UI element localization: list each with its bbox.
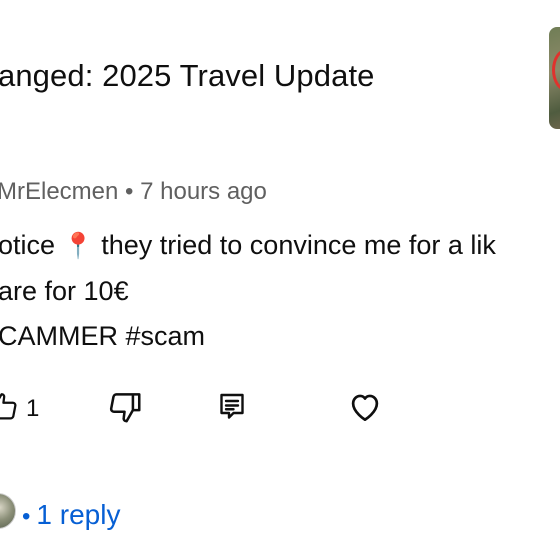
reply-avatar[interactable] bbox=[0, 493, 16, 529]
comment-text-line-2: are for 10€ bbox=[0, 276, 129, 306]
comment-text-rest: they tried to convince me for a lik bbox=[101, 230, 496, 260]
video-title[interactable]: anged: 2025 Travel Update bbox=[0, 58, 375, 94]
thumbs-up-icon bbox=[0, 390, 20, 429]
comment-text-line-1: otice 📍 they tried to convince me for a … bbox=[0, 230, 496, 261]
heart-button[interactable] bbox=[346, 390, 384, 428]
comment-time: 7 hours ago bbox=[140, 178, 267, 205]
replies-label: 1 reply bbox=[36, 499, 121, 530]
comment-actions: 1 bbox=[0, 390, 560, 430]
comment-text-line-3: CAMMER #scam bbox=[0, 321, 206, 351]
comment-meta: MrElecmen • 7 hours ago bbox=[0, 178, 267, 206]
comment-screen: anged: 2025 Travel Update MrElecmen • 7 … bbox=[0, 0, 560, 560]
like-button[interactable]: 1 bbox=[0, 390, 39, 428]
comment-text-start: otice bbox=[0, 230, 56, 260]
view-replies-link[interactable]: • 1 reply bbox=[22, 499, 120, 531]
thumbs-down-icon bbox=[106, 388, 144, 431]
heart-icon bbox=[346, 388, 384, 431]
reply-button[interactable] bbox=[214, 390, 250, 428]
dislike-button[interactable] bbox=[106, 390, 144, 428]
replies-dot: • bbox=[22, 503, 31, 530]
reply-comment-icon bbox=[214, 389, 250, 430]
comment-author[interactable]: MrElecmen bbox=[0, 178, 118, 205]
meta-separator: • bbox=[125, 178, 134, 205]
like-count: 1 bbox=[26, 395, 40, 422]
video-thumbnail[interactable] bbox=[549, 27, 560, 129]
thumbnail-overlay-mark bbox=[552, 49, 560, 91]
location-pin-icon: 📍 bbox=[62, 232, 94, 260]
